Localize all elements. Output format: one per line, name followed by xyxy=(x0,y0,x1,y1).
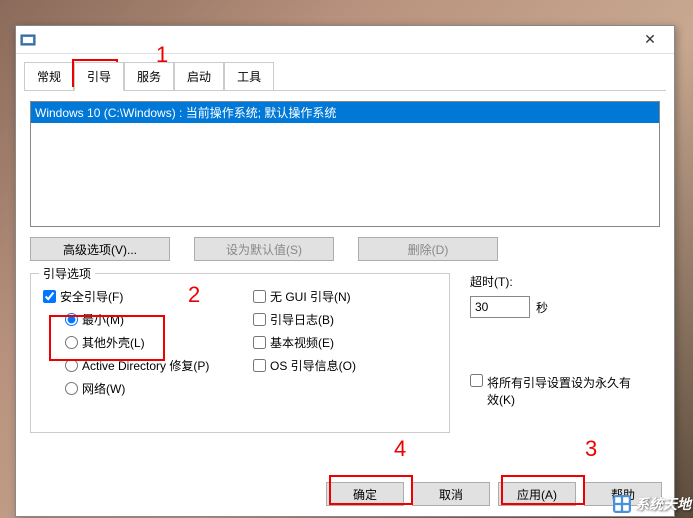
dialog-button-row: 确定 取消 应用(A) 帮助 xyxy=(326,482,662,506)
timeout-label: 超时(T): xyxy=(470,273,640,290)
nogui-label: 无 GUI 引导(N) xyxy=(270,288,351,305)
safe-boot-checkbox-row[interactable]: 安全引导(F) xyxy=(43,288,243,305)
set-default-button: 设为默认值(S) xyxy=(194,237,334,261)
close-icon: ✕ xyxy=(644,31,656,48)
tab-strip: 常规 引导 服务 启动 工具 xyxy=(16,54,674,91)
timeout-area: 超时(T): 秒 将所有引导设置设为永久有效(K) xyxy=(470,273,640,433)
watermark-icon xyxy=(613,495,631,513)
tab-content: Windows 10 (C:\Windows) : 当前操作系统; 默认操作系统… xyxy=(16,91,674,443)
permanent-checkbox-row[interactable]: 将所有引导设置设为永久有效(K) xyxy=(470,374,640,408)
nogui-checkbox-row[interactable]: 无 GUI 引导(N) xyxy=(253,288,356,305)
bootlog-label: 引导日志(B) xyxy=(270,311,334,328)
safe-boot-checkbox[interactable] xyxy=(43,290,56,303)
adrepair-radio[interactable] xyxy=(65,359,78,372)
minimal-label: 最小(M) xyxy=(82,311,124,328)
safe-boot-label: 安全引导(F) xyxy=(60,288,123,305)
timeout-input[interactable] xyxy=(470,296,530,318)
tab-boot[interactable]: 引导 xyxy=(74,62,124,91)
tab-tools[interactable]: 工具 xyxy=(224,62,274,91)
adrepair-label: Active Directory 修复(P) xyxy=(82,357,209,374)
watermark: 系统天地 xyxy=(613,494,691,514)
altshell-radio-row[interactable]: 其他外壳(L) xyxy=(65,334,243,351)
bootlog-checkbox[interactable] xyxy=(253,313,266,326)
osbootinfo-checkbox-row[interactable]: OS 引导信息(O) xyxy=(253,357,356,374)
basevideo-label: 基本视频(E) xyxy=(270,334,334,351)
watermark-text: 系统天地 xyxy=(635,494,691,514)
apply-button[interactable]: 应用(A) xyxy=(498,482,576,506)
osbootinfo-label: OS 引导信息(O) xyxy=(270,357,356,374)
permanent-checkbox[interactable] xyxy=(470,374,483,387)
app-icon xyxy=(20,32,36,48)
bootlog-checkbox-row[interactable]: 引导日志(B) xyxy=(253,311,356,328)
os-list-item[interactable]: Windows 10 (C:\Windows) : 当前操作系统; 默认操作系统 xyxy=(31,102,659,123)
altshell-label: 其他外壳(L) xyxy=(82,334,145,351)
msconfig-dialog: ✕ 常规 引导 服务 启动 工具 Windows 10 (C:\Windows)… xyxy=(15,25,675,517)
tab-services[interactable]: 服务 xyxy=(124,62,174,91)
basevideo-checkbox-row[interactable]: 基本视频(E) xyxy=(253,334,356,351)
list-button-row: 高级选项(V)... 设为默认值(S) 删除(D) xyxy=(30,237,660,261)
basevideo-checkbox[interactable] xyxy=(253,336,266,349)
network-radio[interactable] xyxy=(65,382,78,395)
network-label: 网络(W) xyxy=(82,380,125,397)
boot-options-group: 引导选项 安全引导(F) 最小(M) xyxy=(30,273,450,433)
adrepair-radio-row[interactable]: Active Directory 修复(P) xyxy=(65,357,243,374)
permanent-label: 将所有引导设置设为永久有效(K) xyxy=(487,374,640,408)
tab-startup[interactable]: 启动 xyxy=(174,62,224,91)
altshell-radio[interactable] xyxy=(65,336,78,349)
minimal-radio-row[interactable]: 最小(M) xyxy=(65,311,243,328)
minimal-radio[interactable] xyxy=(65,313,78,326)
boot-options-title: 引导选项 xyxy=(39,265,95,282)
nogui-checkbox[interactable] xyxy=(253,290,266,303)
cancel-button[interactable]: 取消 xyxy=(412,482,490,506)
network-radio-row[interactable]: 网络(W) xyxy=(65,380,243,397)
tab-general[interactable]: 常规 xyxy=(24,62,74,91)
ok-button[interactable]: 确定 xyxy=(326,482,404,506)
os-listbox[interactable]: Windows 10 (C:\Windows) : 当前操作系统; 默认操作系统 xyxy=(30,101,660,227)
close-button[interactable]: ✕ xyxy=(630,27,670,53)
titlebar: ✕ xyxy=(16,26,674,54)
delete-button: 删除(D) xyxy=(358,237,498,261)
timeout-unit: 秒 xyxy=(536,299,548,316)
advanced-options-button[interactable]: 高级选项(V)... xyxy=(30,237,170,261)
osbootinfo-checkbox[interactable] xyxy=(253,359,266,372)
